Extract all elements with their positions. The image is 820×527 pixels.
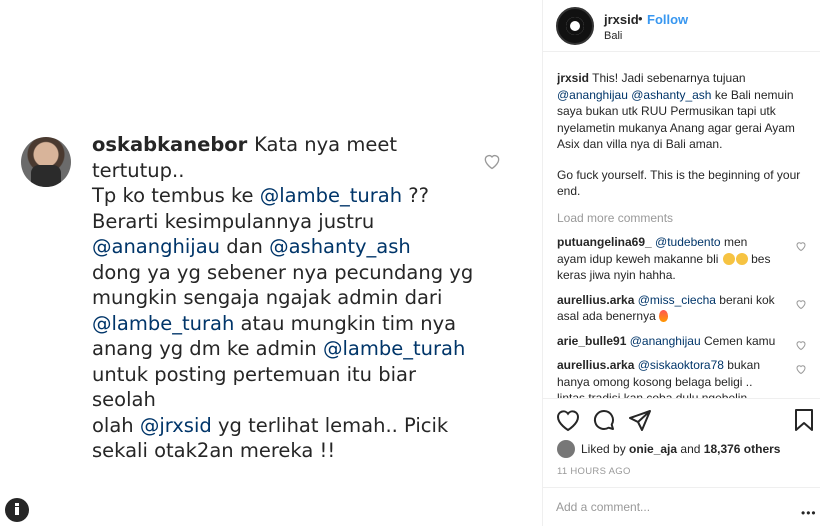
liked-by-prefix: Liked by bbox=[581, 442, 630, 456]
separator-dot: • bbox=[638, 11, 643, 26]
comment-item: putuangelina69_ @tudebento men ayam idup… bbox=[557, 234, 807, 284]
comment-like-heart-icon[interactable] bbox=[795, 298, 807, 310]
post-side-panel: jrxsid • Follow Bali jrxsid This! Jadi s… bbox=[543, 0, 820, 526]
liked-by-user[interactable]: onie_aja bbox=[629, 442, 677, 456]
image-text-segment: sekali otak2an mereka !! bbox=[92, 439, 336, 462]
post-header: jrxsid • Follow Bali bbox=[543, 0, 820, 52]
comment-like-heart-icon[interactable] bbox=[795, 339, 807, 351]
comment-text: Cemen kamu bbox=[700, 333, 776, 348]
share-paper-plane-icon[interactable] bbox=[628, 409, 652, 433]
author-username[interactable]: jrxsid bbox=[604, 12, 639, 27]
add-comment-bar: ••• bbox=[543, 487, 820, 527]
comment-like-heart-icon[interactable] bbox=[795, 363, 807, 375]
image-text-segment: Berarti kesimpulannya justru bbox=[92, 209, 375, 233]
follow-button[interactable]: Follow bbox=[647, 12, 688, 27]
image-text-segment: anang yg dm ke admin bbox=[92, 337, 323, 360]
post-actions-section: Liked by onie_aja and 18,376 others 11 H… bbox=[543, 398, 820, 526]
image-text-segment: dong ya yg sebener nya pecundang yg bbox=[92, 260, 474, 284]
comment-item: aurellius.arka @miss_ciecha berani kok a… bbox=[557, 292, 807, 325]
author-avatar[interactable] bbox=[556, 7, 594, 45]
image-mention: @lambe_turah bbox=[259, 184, 403, 207]
image-text-segment: mungkin sengaja ngajak admin dari bbox=[92, 286, 443, 309]
comment-username[interactable]: aurellius.arka bbox=[557, 293, 634, 307]
image-mention: @lambe_turah bbox=[92, 311, 235, 335]
image-text-segment: atau mungkin tim nya bbox=[234, 311, 457, 335]
grinning-emoji-icon bbox=[722, 252, 735, 265]
post-caption: jrxsid This! Jadi sebenarnya tujuan @ana… bbox=[557, 70, 807, 200]
comment-bubble-icon[interactable] bbox=[592, 408, 616, 432]
image-text-segment: yg terlihat lemah.. Picik bbox=[211, 413, 449, 437]
fire-emoji-icon bbox=[659, 310, 669, 322]
image-mention: @ashanty_ash bbox=[269, 235, 411, 258]
post-timestamp[interactable]: 11 HOURS AGO bbox=[557, 466, 631, 477]
comment-item: aurellius.arka @siskaoktora78 bukan hany… bbox=[557, 357, 807, 398]
load-more-comments-button[interactable]: Load more comments bbox=[557, 210, 807, 227]
comment-mention[interactable]: @siskaoktora78 bbox=[638, 358, 724, 372]
caption-text: Go fuck yourself. This is the beginning … bbox=[557, 167, 801, 199]
user-tags-icon[interactable] bbox=[5, 498, 29, 522]
image-text-segment: Tp ko tembus ke bbox=[92, 184, 260, 207]
image-mention: @ananghijau bbox=[92, 235, 220, 258]
comment-mention[interactable]: @ananghijau bbox=[630, 334, 701, 348]
add-comment-input[interactable] bbox=[556, 500, 756, 514]
caption-text: This! Jadi sebenarnya tujuan bbox=[589, 71, 746, 85]
comment-username[interactable]: aurellius.arka bbox=[557, 358, 634, 372]
post-image: oskabkanebor Kata nya meet tertutup.. Tp … bbox=[0, 0, 543, 526]
instagram-post-view: oskabkanebor Kata nya meet tertutup.. Tp … bbox=[0, 0, 820, 526]
liked-by-text: Liked by onie_aja and 18,376 others bbox=[581, 442, 780, 456]
comment-username[interactable]: arie_bulle91 bbox=[557, 334, 626, 348]
likes-count[interactable]: 18,376 others bbox=[704, 442, 781, 456]
comment-item: arie_bulle91 @ananghijau Cemen kamu bbox=[557, 333, 807, 350]
caption-username[interactable]: jrxsid bbox=[557, 71, 589, 85]
image-mention: @lambe_turah bbox=[322, 337, 466, 360]
comment-username[interactable]: putuangelina69_ bbox=[557, 235, 652, 249]
image-text-segment: olah bbox=[92, 413, 140, 437]
image-mention: @jrxsid bbox=[139, 413, 212, 437]
liked-by-avatar[interactable] bbox=[557, 440, 575, 458]
bookmark-icon[interactable] bbox=[794, 408, 814, 432]
image-text-segment: ?? bbox=[402, 184, 429, 207]
image-text-segment: dan bbox=[220, 235, 270, 258]
more-options-icon[interactable]: ••• bbox=[801, 506, 817, 520]
liked-by-middle: and bbox=[677, 442, 704, 456]
image-comment-text: oskabkanebor Kata nya meet tertutup.. Tp … bbox=[92, 132, 482, 464]
image-commenter-username: oskabkanebor bbox=[92, 133, 255, 156]
grinning-emoji-icon bbox=[735, 252, 748, 265]
image-heart-icon bbox=[484, 154, 500, 170]
caption-mention[interactable]: @ananghijau bbox=[557, 88, 628, 102]
caption-mention[interactable]: @ashanty_ash bbox=[631, 88, 711, 102]
comment-mention[interactable]: @miss_ciecha bbox=[638, 293, 716, 307]
like-heart-icon[interactable] bbox=[555, 408, 581, 432]
comment-like-heart-icon[interactable] bbox=[795, 240, 807, 252]
comment-mention[interactable]: @tudebento bbox=[655, 235, 721, 249]
image-commenter-avatar bbox=[21, 137, 71, 187]
comments-list[interactable]: jrxsid This! Jadi sebenarnya tujuan @ana… bbox=[557, 70, 807, 398]
image-text-segment: untuk posting pertemuan itu biar seolah bbox=[92, 362, 423, 412]
post-location[interactable]: Bali bbox=[604, 30, 622, 42]
